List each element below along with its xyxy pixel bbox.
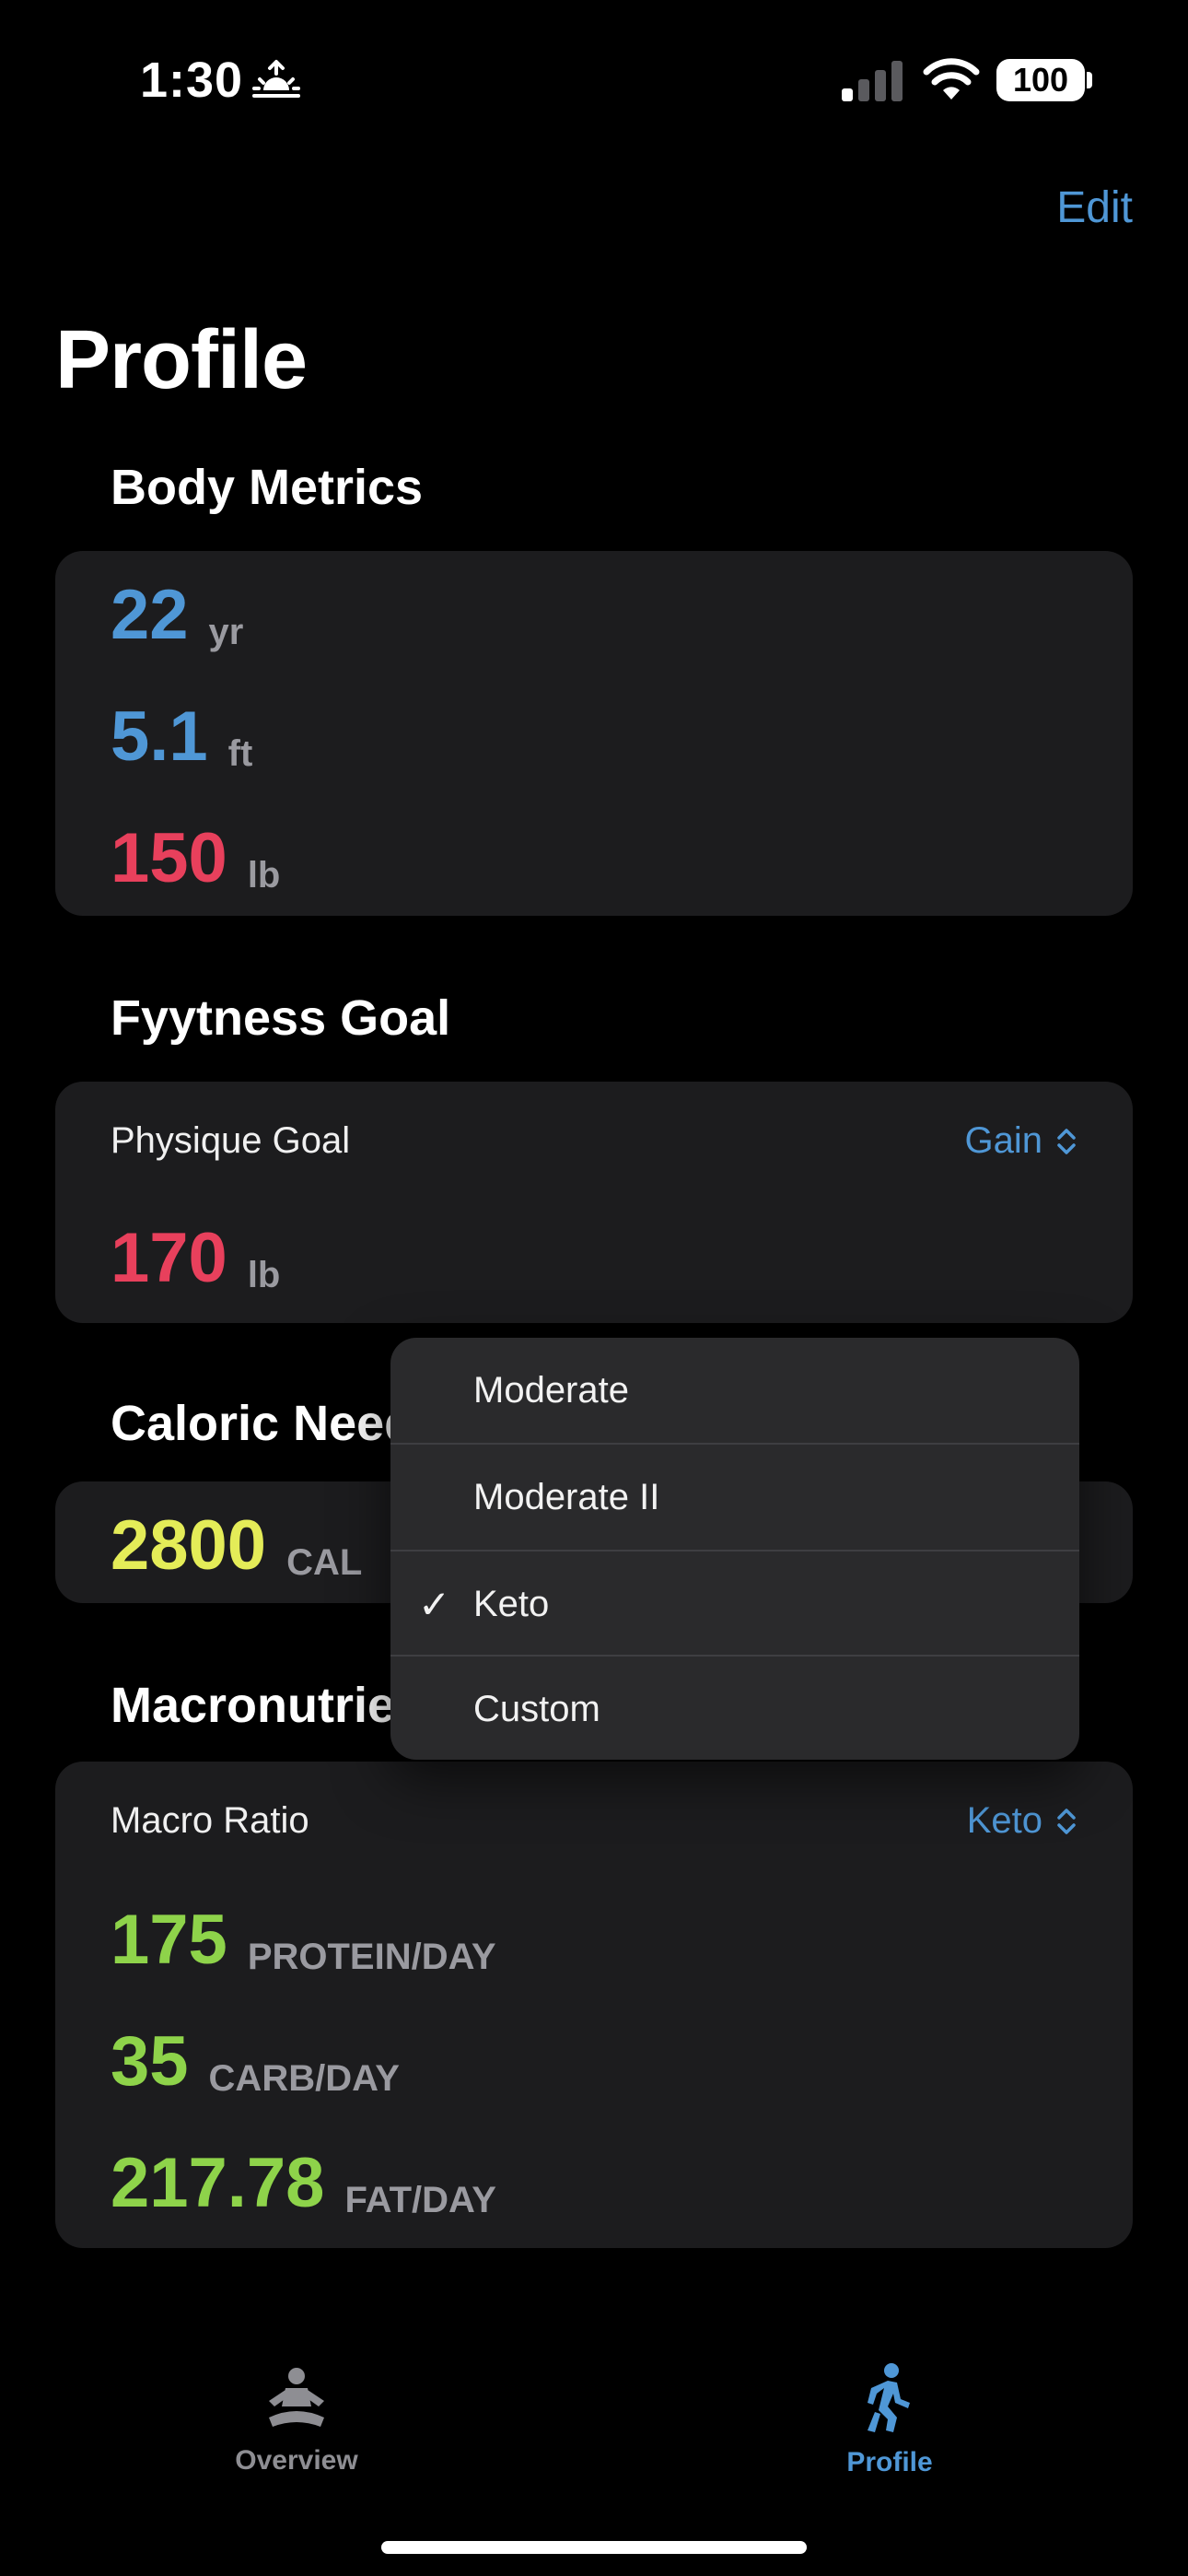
home-indicator <box>381 2541 807 2554</box>
target-weight-metric[interactable]: 170 lb <box>111 1218 280 1298</box>
menu-item-custom[interactable]: Custom <box>390 1657 1079 1760</box>
sunrise-icon <box>252 60 300 98</box>
macro-ratio-menu: Moderate Moderate II ✓ Keto Custom <box>390 1338 1079 1760</box>
fat-metric[interactable]: 217.78 FAT/DAY <box>111 2143 496 2223</box>
tab-overview[interactable]: Overview <box>186 2366 407 2476</box>
menu-item-label: Keto <box>473 1583 550 1624</box>
menu-item-keto[interactable]: ✓ Keto <box>390 1551 1079 1657</box>
calories-metric[interactable]: 2800 CAL <box>111 1505 362 1586</box>
calories-unit: CAL <box>286 1542 363 1583</box>
macronutrients-title: Macronutrien <box>111 1678 426 1733</box>
checkmark-icon: ✓ <box>418 1582 451 1626</box>
chevron-up-down-icon <box>1057 1808 1076 1834</box>
carb-unit: CARB/DAY <box>208 2058 400 2099</box>
carb-metric[interactable]: 35 CARB/DAY <box>111 2021 400 2102</box>
age-metric[interactable]: 22 yr <box>111 575 243 655</box>
menu-item-moderate-ii[interactable]: Moderate II <box>390 1445 1079 1550</box>
physique-goal-value: Gain <box>964 1120 1043 1161</box>
physique-goal-label: Physique Goal <box>111 1120 351 1161</box>
height-unit: ft <box>227 733 253 774</box>
tab-overview-label: Overview <box>235 2445 358 2476</box>
age-value: 22 <box>111 576 189 654</box>
edit-button[interactable]: Edit <box>1056 182 1133 233</box>
target-weight-unit: lb <box>247 1255 281 1295</box>
chevron-up-down-icon <box>1057 1128 1076 1154</box>
meditation-figure-icon <box>269 2368 324 2427</box>
battery-nub <box>1087 72 1092 88</box>
menu-item-moderate[interactable]: Moderate <box>390 1338 1079 1443</box>
status-time: 1:30 <box>140 53 244 108</box>
macro-ratio-value: Keto <box>966 1800 1042 1841</box>
tab-profile-label: Profile <box>846 2447 933 2477</box>
menu-item-label: Moderate <box>473 1369 629 1411</box>
fitness-goal-title: Fyytness Goal <box>111 990 451 1046</box>
macro-ratio-label: Macro Ratio <box>111 1800 309 1841</box>
tab-profile[interactable]: Profile <box>779 2362 1000 2478</box>
height-value: 5.1 <box>111 697 208 776</box>
menu-item-label: Custom <box>473 1688 600 1729</box>
wifi-icon <box>923 58 980 100</box>
fat-value: 217.78 <box>111 2144 325 2222</box>
battery-indicator: 100 <box>996 59 1085 101</box>
protein-metric[interactable]: 175 PROTEIN/DAY <box>111 1900 496 1980</box>
caloric-needs-title: Caloric Need <box>111 1396 415 1451</box>
walking-figure-icon <box>868 2363 910 2432</box>
fat-unit: FAT/DAY <box>344 2180 496 2220</box>
macronutrients-card: Macro Ratio Keto 175 PROTEIN/DAY 35 CARB… <box>55 1762 1133 2248</box>
menu-item-label: Moderate II <box>473 1476 660 1517</box>
age-unit: yr <box>208 612 244 652</box>
height-metric[interactable]: 5.1 ft <box>111 697 252 777</box>
protein-unit: PROTEIN/DAY <box>247 1937 496 1977</box>
cellular-signal-icon <box>842 61 903 101</box>
body-metrics-card: 22 yr 5.1 ft 150 lb <box>55 551 1133 916</box>
fitness-goal-card: Physique Goal Gain 170 lb <box>55 1082 1133 1323</box>
weight-value: 150 <box>111 819 227 897</box>
weight-unit: lb <box>247 855 281 896</box>
macro-ratio-picker[interactable]: Keto <box>967 1800 1077 1842</box>
carb-value: 35 <box>111 2022 189 2101</box>
protein-value: 175 <box>111 1901 227 1979</box>
target-weight-value: 170 <box>111 1219 227 1297</box>
physique-goal-picker[interactable]: Gain <box>965 1120 1078 1162</box>
body-metrics-title: Body Metrics <box>111 460 424 515</box>
weight-metric[interactable]: 150 lb <box>111 818 280 898</box>
calories-value: 2800 <box>111 1506 267 1585</box>
page-title: Profile <box>55 314 308 406</box>
